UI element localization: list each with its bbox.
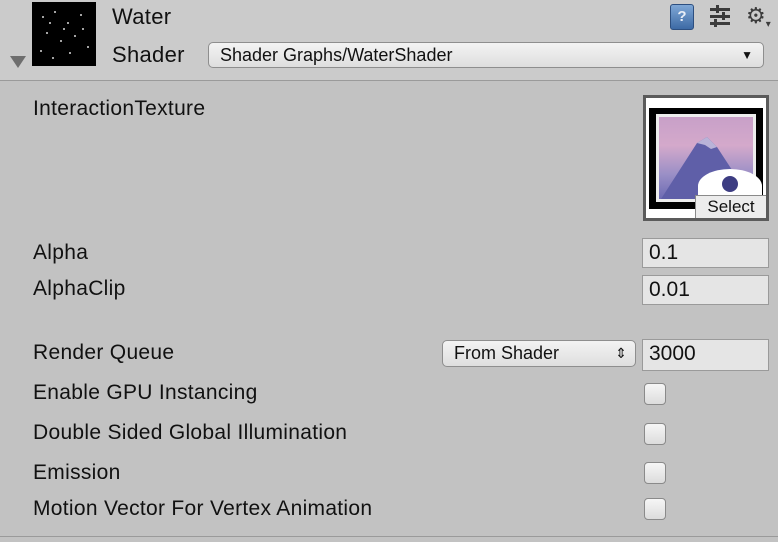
alpha-label: Alpha [33,241,89,264]
render-queue-label: Render Queue [33,341,175,364]
material-header: Water Shader Shader Graphs/WaterShader ▼… [0,0,778,81]
motion-vector-checkbox[interactable] [644,498,666,520]
emission-label: Emission [33,461,121,484]
render-queue-mode: From Shader [454,343,560,363]
alpha-field[interactable]: 0.1 [642,238,769,268]
preset-icon[interactable] [708,4,732,28]
render-queue-field[interactable]: 3000 [642,339,769,371]
interaction-texture-slot[interactable]: Select [643,95,769,221]
shader-dropdown[interactable]: Shader Graphs/WaterShader ▼ [208,42,764,68]
motion-vector-label: Motion Vector For Vertex Animation [33,497,373,520]
dropdown-arrow-icon: ▼ [741,48,753,62]
alphaclip-label: AlphaClip [33,277,126,300]
double-sided-gi-checkbox[interactable] [644,423,666,445]
double-sided-gi-label: Double Sided Global Illumination [33,421,348,444]
texture-select-button[interactable]: Select [695,195,766,218]
render-queue-dropdown[interactable]: From Shader ⇕ [442,340,636,367]
gpu-instancing-label: Enable GPU Instancing [33,381,258,404]
foldout-arrow-icon[interactable] [10,56,26,68]
divider [0,536,778,537]
help-icon[interactable]: ? [670,4,694,30]
gear-icon[interactable]: ⚙▾ [746,4,774,31]
shader-label: Shader [112,42,185,67]
alphaclip-field[interactable]: 0.01 [642,275,769,305]
material-preview-thumbnail[interactable] [32,2,96,66]
emission-checkbox[interactable] [644,462,666,484]
updown-arrows-icon: ⇕ [615,345,627,361]
interaction-texture-label: InteractionTexture [33,97,206,120]
material-name: Water [112,4,172,29]
shader-dropdown-value: Shader Graphs/WaterShader [220,45,453,65]
gpu-instancing-checkbox[interactable] [644,383,666,405]
